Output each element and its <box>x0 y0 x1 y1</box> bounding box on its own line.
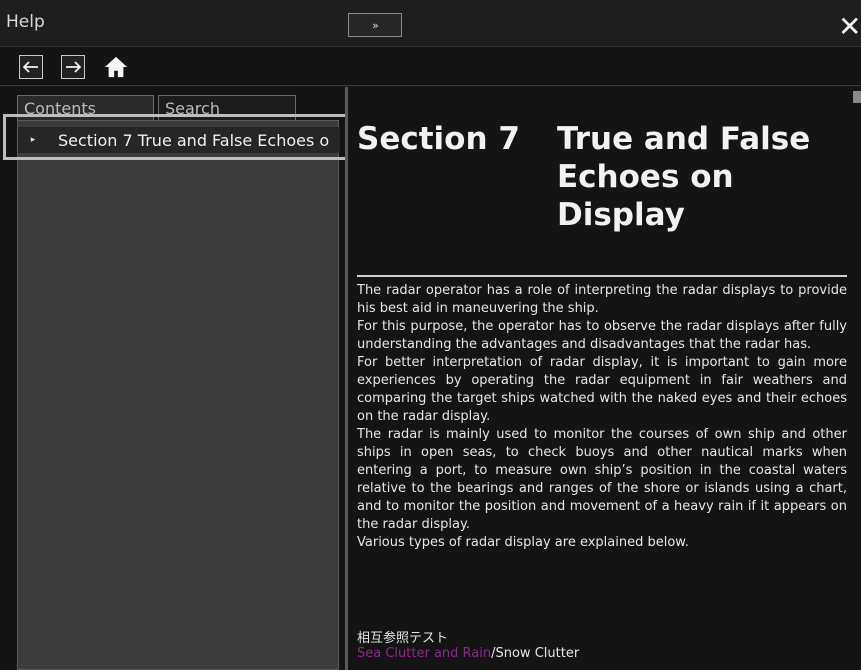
paragraph: For this purpose, the operator has to ob… <box>357 319 847 352</box>
arrow-left-icon <box>23 61 38 73</box>
title-bar: Help » ✕ <box>0 0 861 46</box>
sea-clutter-link[interactable]: Sea Clutter and Rain <box>357 646 491 661</box>
content-pane: Section 7 True and False Echoes on Displ… <box>348 87 861 670</box>
navigation-pane: Contents Search ▸ Section 7 True and Fal… <box>0 87 345 670</box>
close-button[interactable]: ✕ <box>838 12 861 42</box>
section-title: True and False Echoes on Display <box>557 121 811 233</box>
paragraph: Various types of radar display are expla… <box>357 535 689 550</box>
cross-reference-line: Sea Clutter and Rain/Snow Clutter <box>357 646 579 661</box>
paragraph: The radar is mainly used to monitor the … <box>357 427 847 532</box>
home-icon <box>104 56 128 78</box>
window-title: Help <box>6 12 45 32</box>
page-title: Section 7 True and False Echoes on Displ… <box>357 120 847 234</box>
body-text: The radar operator has a role of interpr… <box>357 282 847 552</box>
forward-button[interactable] <box>61 55 85 79</box>
arrow-right-icon <box>66 61 81 73</box>
back-button[interactable] <box>19 55 43 79</box>
contents-tree: ▸ Section 7 True and False Echoes on Dis… <box>17 120 340 670</box>
heading-rule <box>357 275 847 277</box>
paragraph: The radar operator has a role of interpr… <box>357 283 847 316</box>
cross-reference-title: 相互参照テスト <box>357 631 449 646</box>
home-button[interactable] <box>104 55 128 79</box>
collapse-button[interactable]: » <box>348 13 402 37</box>
scrollbar-thumb[interactable] <box>853 91 861 103</box>
section-number: Section 7 <box>357 121 520 157</box>
paragraph: For better interpretation of radar displ… <box>357 355 847 424</box>
selection-highlight <box>3 114 350 160</box>
toolbar <box>0 46 861 86</box>
cross-reference-suffix: /Snow Clutter <box>491 646 580 661</box>
